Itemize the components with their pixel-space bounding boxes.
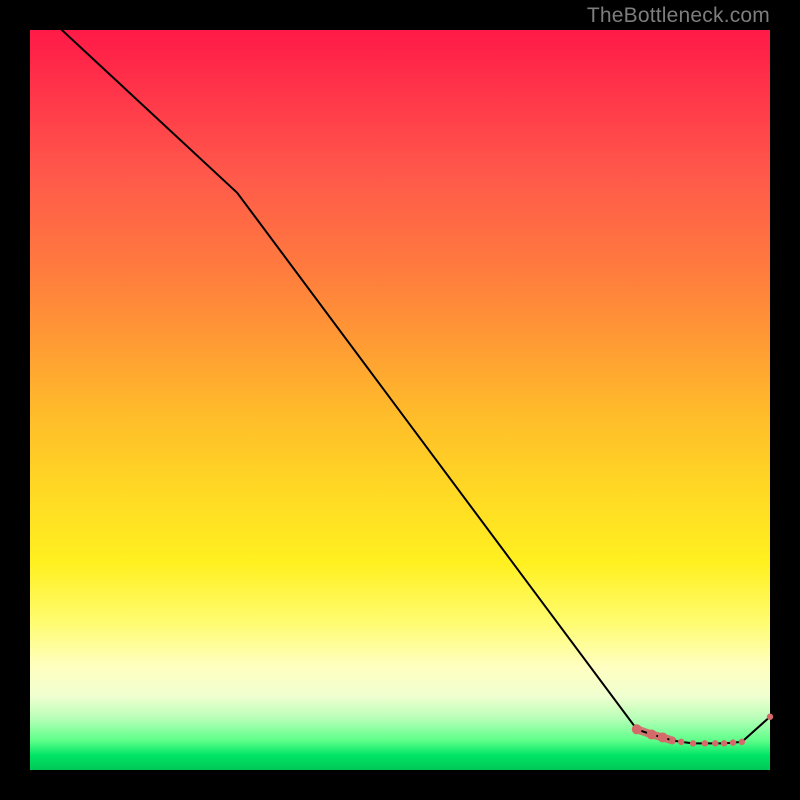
data-marker [739,739,745,745]
data-marker [658,732,668,742]
watermark-text: TheBottleneck.com [587,4,770,28]
bottleneck-line [30,0,770,743]
data-marker [712,740,718,746]
data-marker [690,740,696,746]
data-marker [669,737,675,743]
plot-area [30,30,770,770]
data-marker [702,740,708,746]
chart-frame: TheBottleneck.com [0,0,800,800]
data-marker [632,724,642,734]
plot-svg [30,30,770,770]
data-marker [678,739,684,745]
data-marker [767,714,773,720]
data-marker [647,729,657,739]
data-marker [721,740,727,746]
data-marker [730,739,736,745]
